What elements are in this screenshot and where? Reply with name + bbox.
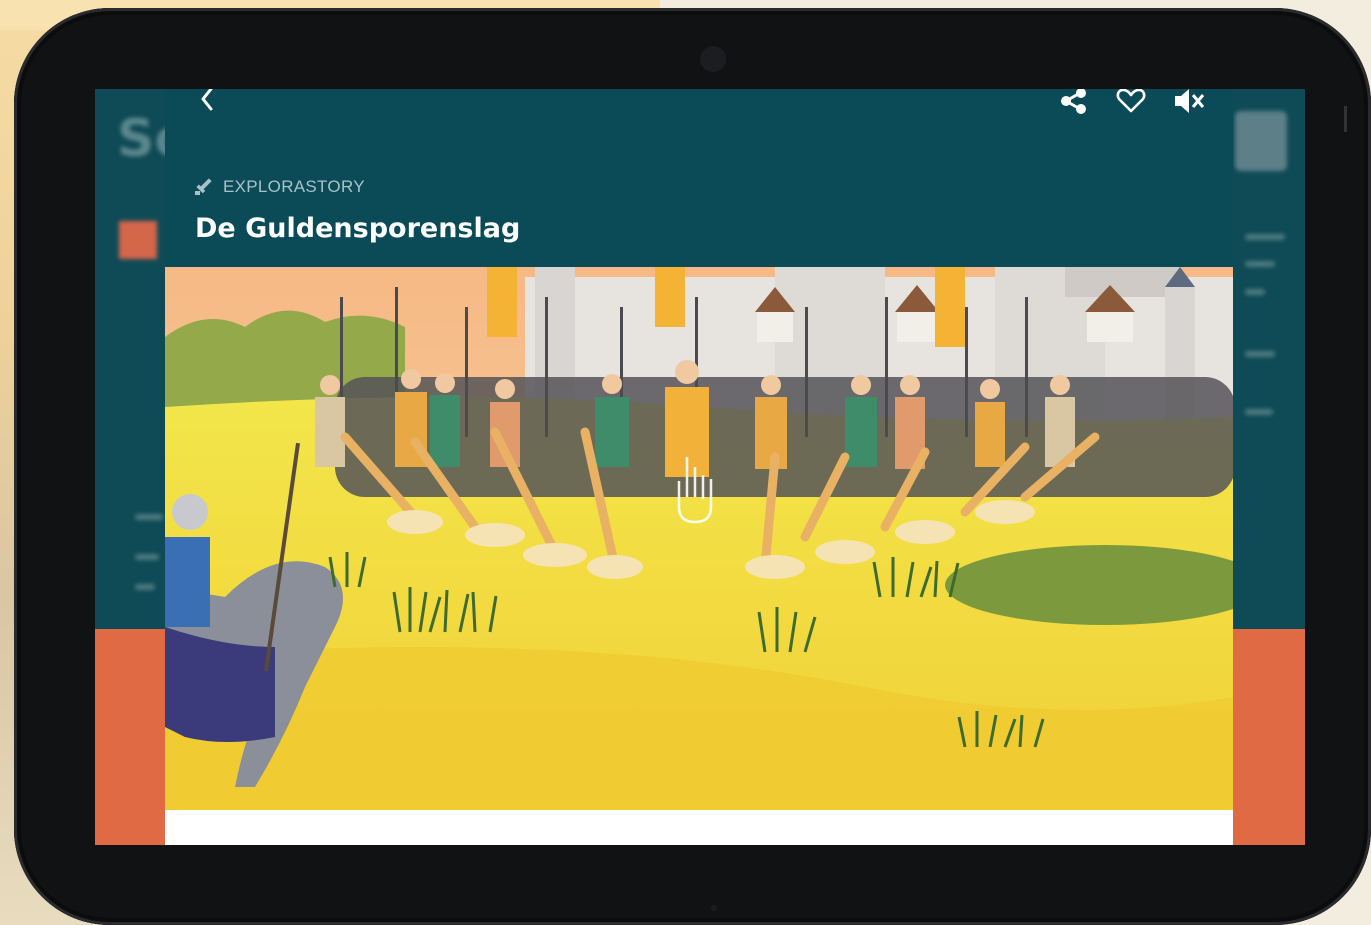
speaker-muted-icon (1175, 89, 1205, 113)
share-icon (1061, 89, 1086, 114)
tablet-screen: Sc EXPLORASTORY De Guldensporenslag (95, 89, 1305, 845)
home-indicator (711, 905, 717, 911)
sword-icon (195, 178, 212, 195)
battle-scene-image (165, 267, 1233, 810)
background-app-button (1235, 111, 1287, 171)
side-button (1344, 106, 1347, 132)
story-category: EXPLORASTORY (223, 177, 365, 196)
camera-icon (700, 46, 726, 72)
share-button[interactable] (1058, 89, 1090, 115)
back-button[interactable] (193, 89, 223, 115)
story-header: EXPLORASTORY De Guldensporenslag (165, 89, 1233, 267)
story-modal: EXPLORASTORY De Guldensporenslag (165, 89, 1233, 845)
back-icon (201, 89, 213, 111)
background-app-badge (119, 221, 157, 259)
heart-icon (1116, 89, 1146, 113)
story-illustration[interactable] (165, 267, 1233, 810)
story-content-area (165, 810, 1233, 845)
favorite-button[interactable] (1115, 89, 1147, 115)
mute-button[interactable] (1173, 89, 1205, 115)
category-row: EXPLORASTORY (195, 177, 365, 197)
story-title: De Guldensporenslag (195, 213, 521, 244)
